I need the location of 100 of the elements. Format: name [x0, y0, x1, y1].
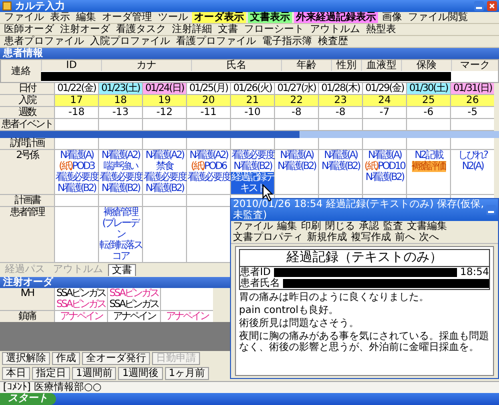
nursing-entry[interactable]: N看護(B2) [321, 161, 360, 172]
menu-item[interactable]: 検査歴 [316, 36, 350, 47]
menu-item[interactable]: 前へ [395, 232, 415, 243]
drug-entry[interactable]: SSAピンガス [109, 288, 159, 299]
start-button[interactable]: スタート [0, 393, 56, 405]
minimize-icon[interactable] [474, 1, 484, 11]
date-header[interactable]: 01/30(土) [407, 83, 450, 94]
nursing-entry[interactable]: N看護(B2) [277, 161, 316, 172]
menu-item[interactable]: ファイル [233, 221, 273, 232]
toolbar-button[interactable]: 全オーダ発行 [82, 352, 150, 365]
menu-item[interactable]: ファイル閲覧 [406, 12, 470, 23]
drug-entry[interactable]: アナペイン [112, 311, 156, 322]
menu-item[interactable]: アウトルム [308, 24, 362, 35]
column-header: 血液型 [361, 60, 401, 71]
nursing-entry[interactable]: しびれ? [458, 150, 488, 161]
nursing-entry[interactable]: (紙)POD10 [364, 161, 405, 172]
nursing-entry[interactable]: N看護(B2) [365, 172, 404, 183]
date-header[interactable]: 01/24(日) [143, 83, 186, 94]
nursing-entry[interactable]: N看護(B2) [101, 183, 140, 194]
table-cell: -11 [187, 107, 230, 118]
nursing-entry[interactable]: N看護(A) [324, 150, 358, 161]
minimize-icon[interactable] [486, 205, 496, 215]
nursing-entry[interactable]: 看護必要度 [143, 172, 186, 183]
table-cell: -8 [275, 107, 318, 118]
menu-item[interactable]: 文書編集 [407, 221, 447, 232]
menu-item[interactable]: 編集 [277, 221, 297, 232]
drug-entry[interactable]: SSAピンガス [56, 299, 106, 310]
date-header[interactable]: 01/27(水) [275, 83, 318, 94]
drug-entry[interactable]: SSAピンガス [109, 299, 159, 310]
toolbar-button[interactable]: 1ヶ月前 [164, 367, 210, 380]
menu-item[interactable]: 印刷 [301, 221, 321, 232]
toolbar-button[interactable]: 1週間前 [72, 367, 116, 380]
toolbar-button[interactable]: 1週間後 [118, 367, 163, 380]
nursing-entry[interactable]: N看護(B2) [145, 183, 184, 194]
menu-item[interactable]: 注射オーダ [58, 24, 112, 35]
nursing-entry[interactable]: N看護(A) [368, 150, 402, 161]
nursing-entry[interactable]: 禁食 [156, 161, 173, 172]
menu-item[interactable]: 入院プロファイル [88, 36, 172, 47]
menu-item[interactable]: 表示 [48, 12, 72, 23]
nursing-entry[interactable]: (紙)POD3 [58, 161, 94, 172]
menu-item[interactable]: ファイル [2, 12, 46, 23]
menu-item[interactable]: オーダ管理 [100, 12, 154, 23]
nursing-entry[interactable]: N看護(A2) [146, 150, 184, 161]
date-header[interactable]: 01/29(金) [363, 83, 406, 94]
drug-entry[interactable]: SSAピンガス [56, 288, 106, 299]
menu-item[interactable]: 外来経過記録表示 [294, 12, 378, 23]
nursing-entry[interactable]: N看護(A) [280, 150, 314, 161]
menu-item[interactable]: 注射詳細 [170, 24, 214, 35]
nursing-entry[interactable]: N看護(A2) [102, 150, 140, 161]
toolbar-button[interactable]: 指定日 [32, 367, 70, 380]
date-header[interactable]: 01/26(火) [231, 83, 274, 94]
menu-item[interactable]: 承認 [359, 221, 379, 232]
nursing-entry[interactable]: 転倒転落スコア [99, 240, 142, 262]
nursing-entry[interactable]: N看護(B2) [233, 161, 272, 172]
menu-item[interactable]: 看護プロファイル [174, 36, 258, 47]
nursing-entry[interactable]: N看護(A2) [190, 150, 228, 161]
menu-item[interactable]: 熱型表 [364, 24, 398, 35]
menu-item[interactable]: 電子指示簿 [260, 36, 314, 47]
menu-item[interactable]: 次へ [419, 232, 439, 243]
nursing-entry[interactable]: 看護必要度 [99, 172, 142, 183]
close-icon[interactable] [487, 1, 497, 11]
field-label: 患者ID [240, 267, 271, 278]
menu-item[interactable]: オーダ表示 [192, 12, 246, 23]
table-cell: 24 [363, 95, 406, 106]
menu-item[interactable]: 編集 [74, 12, 98, 23]
nursing-entry[interactable]: N2記載 [414, 150, 442, 161]
nursing-entry[interactable]: N看護(A) [60, 150, 94, 161]
date-header[interactable]: 01/31(日) [451, 83, 494, 94]
nursing-entry[interactable]: 看護必要度 [231, 150, 274, 161]
menu-item[interactable]: 文書プロパティ [233, 232, 303, 243]
menu-item[interactable]: ツール [156, 12, 190, 23]
tab[interactable]: 文書 [108, 264, 136, 276]
toolbar-button[interactable]: 選択解除 [2, 352, 50, 365]
date-header[interactable]: 01/23(土) [99, 83, 142, 94]
drug-entry[interactable]: アナペイン [60, 311, 102, 322]
nursing-entry[interactable]: 褥瘡管理(ブレーデン [99, 207, 142, 240]
toolbar-button[interactable]: 作成 [52, 352, 80, 365]
nursing-entry[interactable]: N2(A) [462, 161, 483, 172]
menu-item[interactable]: 医師オーダ [2, 24, 56, 35]
menu-item[interactable]: 閉じる [325, 221, 355, 232]
nursing-entry[interactable]: 看護必要度 [187, 172, 230, 183]
menu-item[interactable]: 画像 [380, 12, 404, 23]
nursing-entry[interactable]: N看護(B2) [57, 183, 96, 194]
nursing-entry[interactable]: (紙)POD6 [190, 161, 226, 172]
menu-item[interactable]: 患者プロファイル [2, 36, 86, 47]
table-cell: 22 [275, 95, 318, 106]
drug-entry[interactable]: アナペイン [166, 311, 208, 322]
menu-item[interactable]: 文書 [216, 24, 240, 35]
menu-item[interactable]: 監査 [383, 221, 403, 232]
menu-item[interactable]: フローシート [242, 24, 306, 35]
menu-item[interactable]: 看護タスク [114, 24, 168, 35]
menu-item[interactable]: 新規作成 [307, 232, 347, 243]
date-header[interactable]: 01/25(月) [187, 83, 230, 94]
date-header[interactable]: 01/22(金) [55, 83, 98, 94]
menu-item[interactable]: 文書表示 [248, 12, 292, 23]
menu-item[interactable]: 複写作成 [351, 232, 391, 243]
date-header[interactable]: 01/28(木) [319, 83, 362, 94]
nursing-entry[interactable]: 喘声強い [104, 161, 138, 172]
nursing-entry[interactable]: 看護必要度 [55, 172, 98, 183]
toolbar-button[interactable]: 本日 [2, 367, 30, 380]
